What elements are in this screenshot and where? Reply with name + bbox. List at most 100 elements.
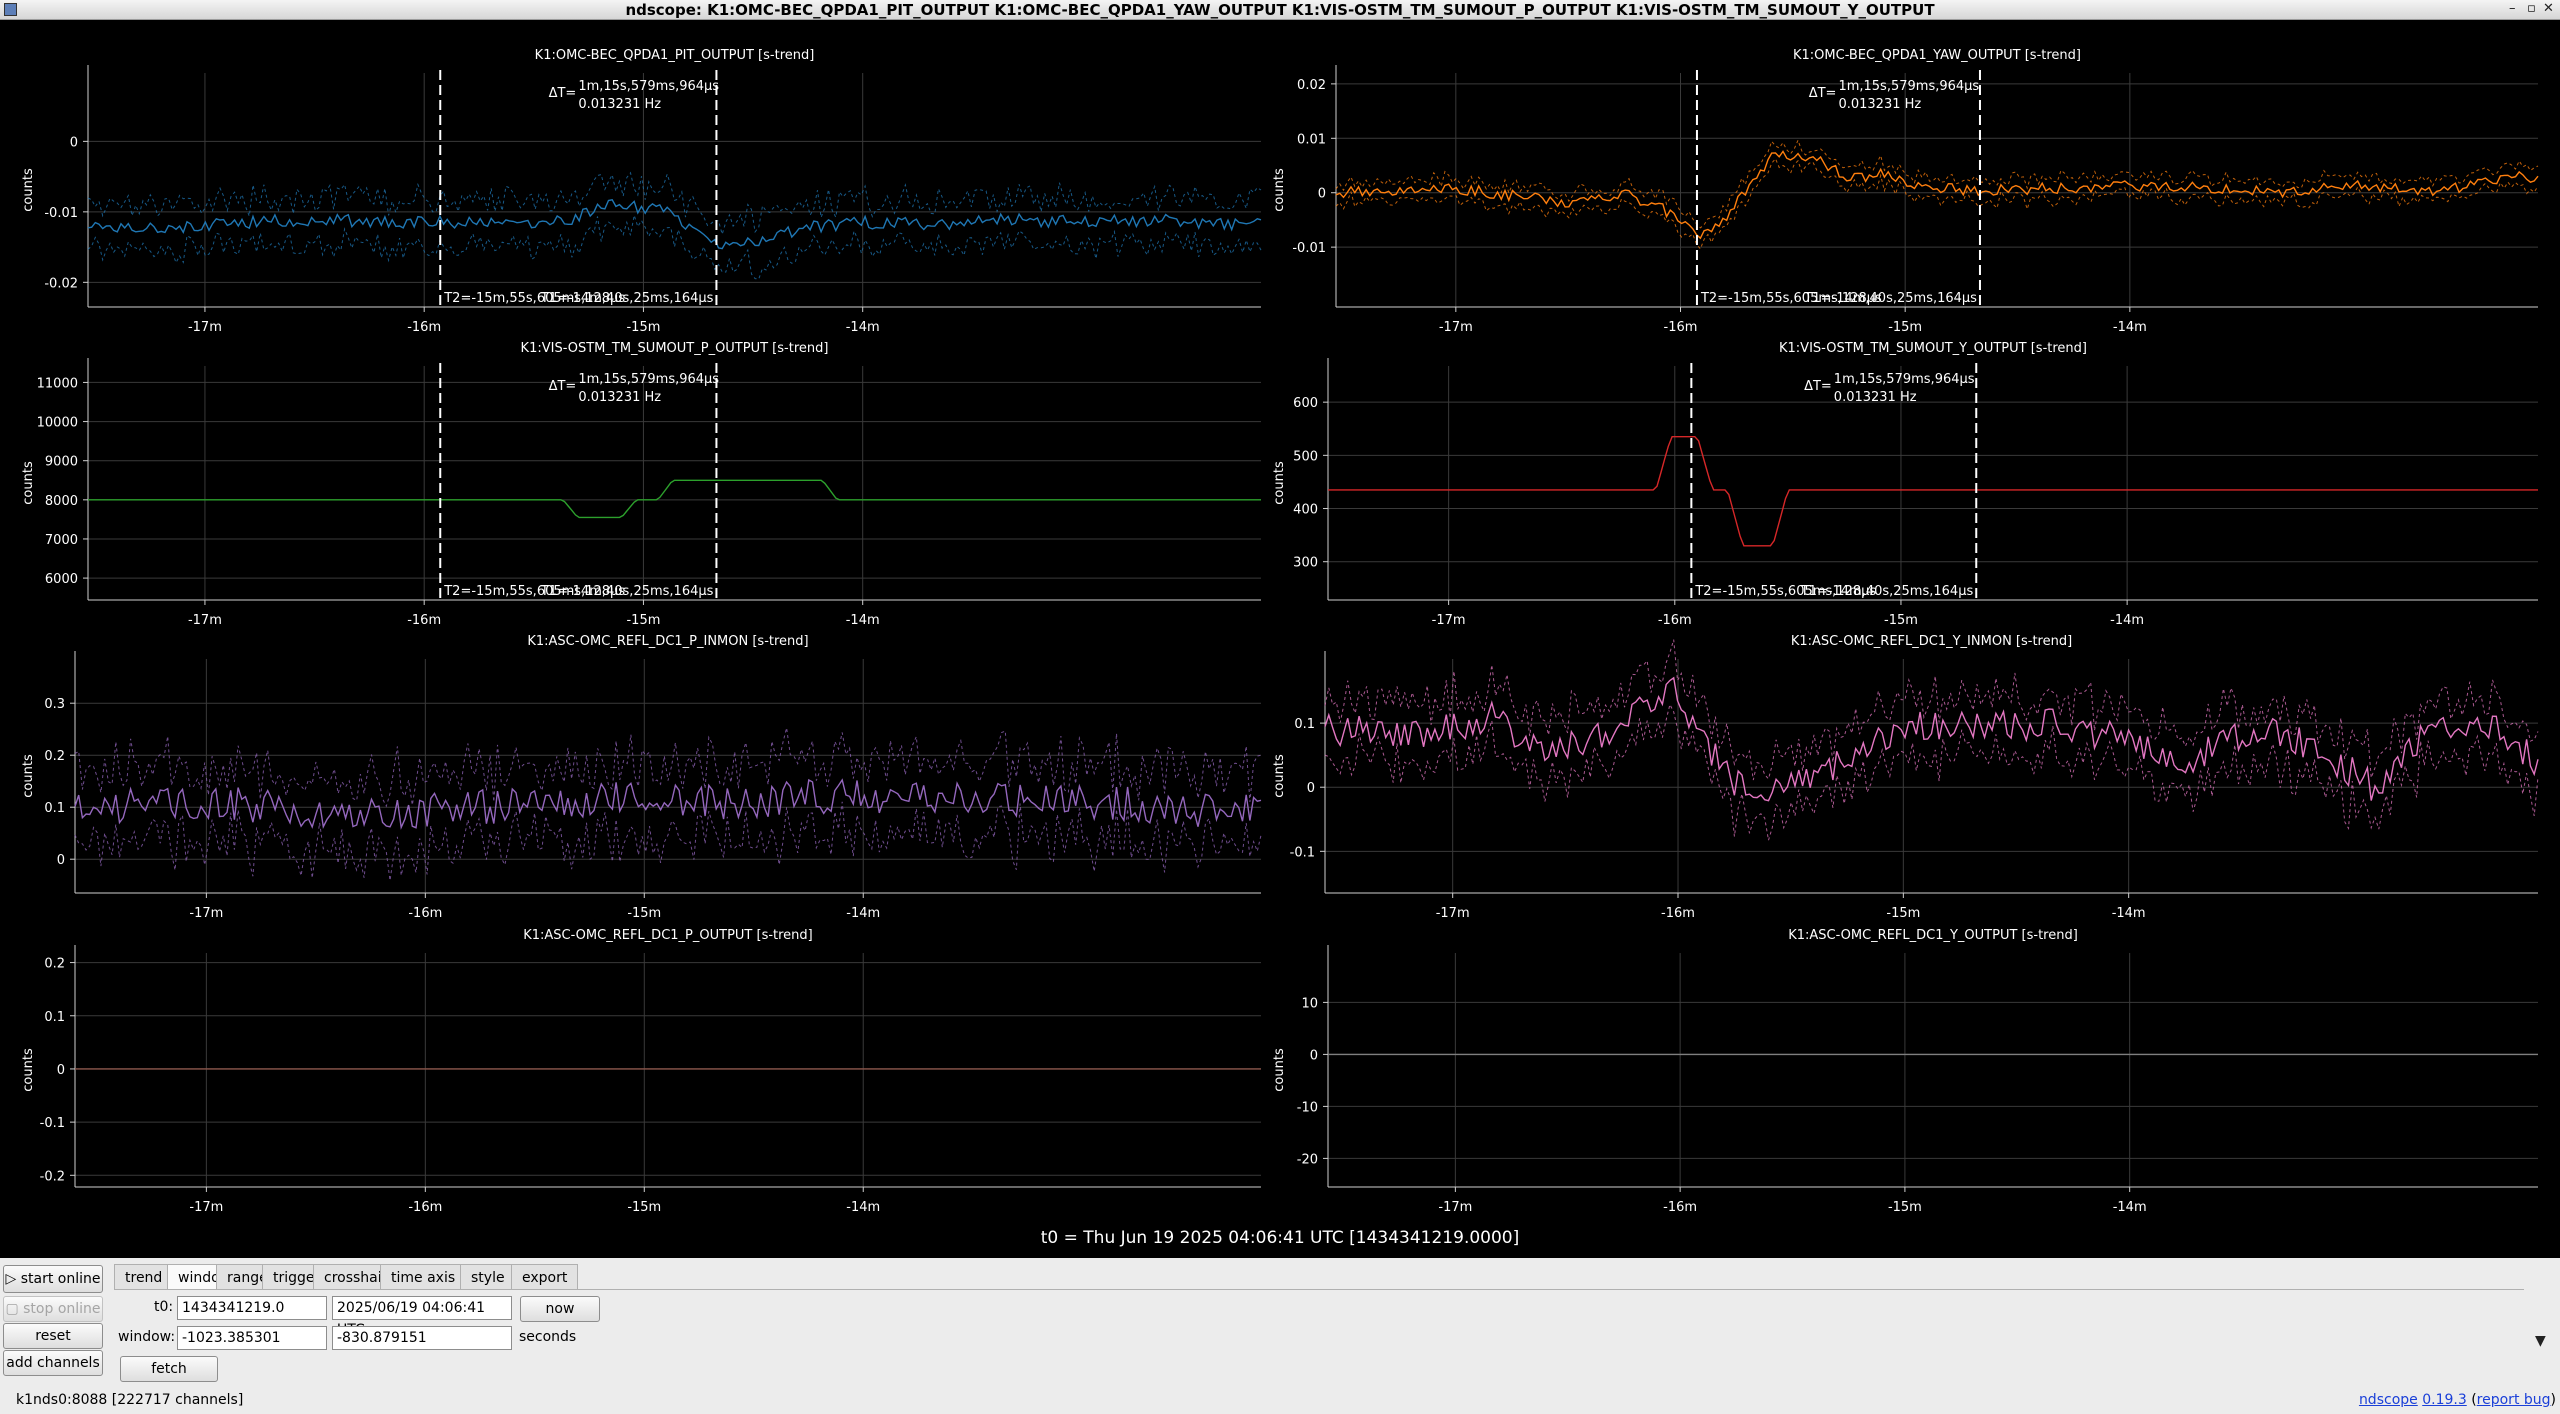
t1-label: T1=-14m,40s,25ms,164µs: [1803, 291, 1977, 306]
x-tick-label: -17m: [1438, 1200, 1472, 1215]
x-tick-label: -14m: [846, 1200, 880, 1215]
tab-style[interactable]: style: [460, 1264, 516, 1290]
start-online-label: start online: [20, 1271, 101, 1287]
x-tick-label: -16m: [1658, 613, 1692, 628]
max-trend-line: [87, 171, 1262, 237]
x-tick-label: -14m: [846, 906, 880, 921]
y-tick-label: 9000: [45, 455, 78, 470]
plot-panel[interactable]: -17m -16m -15m -14m 600 500 400 300 K1:VIS-OSTM_…: [1272, 341, 2538, 628]
x-tick-label: -16m: [1661, 906, 1695, 921]
plot-panel[interactable]: -17m -16m -15m -14m 0.02 0.01 0 -0.01 K1:OMC-BEC…: [1272, 48, 2539, 335]
x-tick-label: -14m: [846, 613, 880, 628]
tab-time-axis[interactable]: time axis: [380, 1264, 467, 1290]
t0-label: t0 = Thu Jun 19 2025 04:06:41 UTC [14343…: [1040, 1228, 1520, 1248]
t0-field-label: t0:: [154, 1299, 174, 1315]
minimize-button[interactable]: –: [2509, 1, 2516, 16]
y-tick-label: 8000: [45, 494, 78, 509]
version-link[interactable]: 0.19.3: [2422, 1392, 2467, 1408]
y-tick-label: -0.1: [1290, 845, 1315, 860]
plot-title: K1:ASC-OMC_REFL_DC1_Y_INMON [s-trend]: [1791, 634, 2072, 649]
min-trend-line: [87, 215, 1262, 280]
fetch-button[interactable]: fetch: [120, 1356, 218, 1382]
mean-trend-line: [88, 479, 1261, 519]
y-tick-label: 10: [1301, 996, 1318, 1011]
plot-panel[interactable]: -17m -16m -15m -14m 0.3 0.2 0.1 0 K1:ASC-OMC_REF…: [21, 634, 1262, 921]
add-channels-button[interactable]: add channels: [3, 1350, 103, 1376]
window-field-label: window:: [118, 1329, 176, 1345]
plot-panel[interactable]: -17m -16m -15m -14m 0 -0.01 -0.02 K1:OMC-BEC_QP…: [21, 48, 1262, 335]
y-tick-label: -10: [1297, 1100, 1318, 1115]
mean-trend-line: [74, 778, 1262, 830]
x-tick-label: -17m: [1436, 906, 1470, 921]
t1-label: T1=-14m,40s,25ms,164µs: [1800, 584, 1974, 599]
y-tick-label: 300: [1293, 556, 1318, 571]
plot-title: K1:OMC-BEC_QPDA1_PIT_OUTPUT [s-trend]: [535, 48, 815, 63]
plot-area[interactable]: -17m -16m -15m -14m 0 -0.01 -0.02 K1:OMC-BEC_QP…: [0, 20, 2560, 1258]
x-tick-label: -16m: [408, 906, 442, 921]
x-tick-label: -15m: [627, 906, 661, 921]
plot-panel[interactable]: -17m -16m -15m -14m 0.2 0.1 0 -0.1 -0.2 K1:ASC-OM…: [21, 928, 1261, 1215]
seconds-label: seconds: [519, 1329, 577, 1345]
x-tick-label: -17m: [1439, 320, 1473, 335]
t1-label: T1=-14m,40s,25ms,164µs: [540, 291, 714, 306]
x-tick-label: -15m: [1888, 320, 1922, 335]
y-tick-label: 0: [57, 853, 65, 868]
start-online-button[interactable]: ▷ start online: [3, 1265, 103, 1293]
reset-button[interactable]: reset: [3, 1323, 103, 1349]
y-tick-label: -0.1: [40, 1116, 65, 1131]
mean-trend-line: [1328, 436, 2538, 547]
x-tick-label: -14m: [2112, 906, 2146, 921]
delta-frequency: 0.013231 Hz: [578, 97, 661, 112]
stop-online-button: ▢ stop online: [3, 1296, 103, 1322]
x-tick-label: -17m: [188, 613, 222, 628]
app-link[interactable]: ndscope: [2359, 1392, 2418, 1408]
mean-trend-line: [1335, 150, 2539, 240]
window-start-input[interactable]: -1023.385301: [177, 1326, 327, 1350]
x-tick-label: -15m: [626, 613, 660, 628]
delta-t-value: 1m,15s,579ms,964µs: [1838, 79, 1979, 94]
y-axis-label: counts: [21, 461, 36, 505]
y-tick-label: -0.2: [40, 1169, 65, 1184]
window-end-input[interactable]: -830.879151: [332, 1326, 512, 1350]
title-bar: ndscope: K1:OMC-BEC_QPDA1_PIT_OUTPUT K1:…: [0, 0, 2560, 20]
y-tick-label: -0.01: [44, 206, 78, 221]
y-tick-label: 500: [1293, 449, 1318, 464]
report-bug-link[interactable]: report bug: [2477, 1392, 2551, 1408]
y-axis-label: counts: [21, 1048, 36, 1092]
y-tick-label: 0.1: [44, 801, 65, 816]
x-tick-label: -16m: [1663, 1200, 1697, 1215]
expand-arrow-icon[interactable]: ▼: [2535, 1333, 2546, 1349]
x-tick-label: -17m: [189, 1200, 223, 1215]
plot-title: K1:VIS-OSTM_TM_SUMOUT_P_OUTPUT [s-trend]: [521, 341, 829, 356]
now-button[interactable]: now: [520, 1296, 600, 1322]
maximize-button[interactable]: ▫: [2527, 1, 2536, 16]
y-axis-label: counts: [21, 754, 36, 798]
plot-canvas[interactable]: -17m -16m -15m -14m 0 -0.01 -0.02 K1:OMC-BEC_QP…: [0, 20, 2560, 1258]
t0-gps-input[interactable]: 1434341219.0: [177, 1296, 327, 1320]
x-tick-label: -14m: [2113, 1200, 2147, 1215]
y-tick-label: 10000: [37, 416, 78, 431]
t0-utc-input[interactable]: 2025/06/19 04:06:41 UTC: [332, 1296, 512, 1338]
status-bar: k1nds0:8088 [222717 channels] ndscope 0.…: [0, 1387, 2560, 1414]
plot-title: K1:ASC-OMC_REFL_DC1_P_INMON [s-trend]: [527, 634, 808, 649]
plot-title: K1:ASC-OMC_REFL_DC1_Y_OUTPUT [s-trend]: [1788, 928, 2078, 943]
t1-label: T1=-14m,40s,25ms,164µs: [540, 584, 714, 599]
plot-panel[interactable]: -17m -16m -15m -14m 10 0 -10 -20 K1:ASC-OMC_REFL…: [1272, 928, 2538, 1215]
x-tick-label: -16m: [407, 613, 441, 628]
delta-t-value: 1m,15s,579ms,964µs: [578, 372, 719, 387]
close-button[interactable]: ✕: [2543, 1, 2554, 16]
x-tick-label: -17m: [188, 320, 222, 335]
y-tick-label: 0.1: [1294, 717, 1315, 732]
tab-trend[interactable]: trend: [114, 1264, 174, 1290]
x-tick-label: -17m: [189, 906, 223, 921]
delta-frequency: 0.013231 Hz: [578, 390, 661, 405]
tab-export[interactable]: export: [511, 1264, 579, 1290]
y-tick-label: 0: [1307, 781, 1315, 796]
x-tick-label: -17m: [1432, 613, 1466, 628]
delta-t-value: 1m,15s,579ms,964µs: [578, 79, 719, 94]
report-close-paren: ): [2550, 1392, 2556, 1408]
x-tick-label: -14m: [2113, 320, 2147, 335]
plot-panel[interactable]: -17m -16m -15m -14m 11000 10000 9000 8000 7000 60…: [21, 341, 1261, 628]
x-tick-label: -15m: [1886, 906, 1920, 921]
plot-panel[interactable]: -17m -16m -15m -14m 0.1 0 -0.1 K1:ASC-OMC_REFL_…: [1272, 634, 2539, 921]
